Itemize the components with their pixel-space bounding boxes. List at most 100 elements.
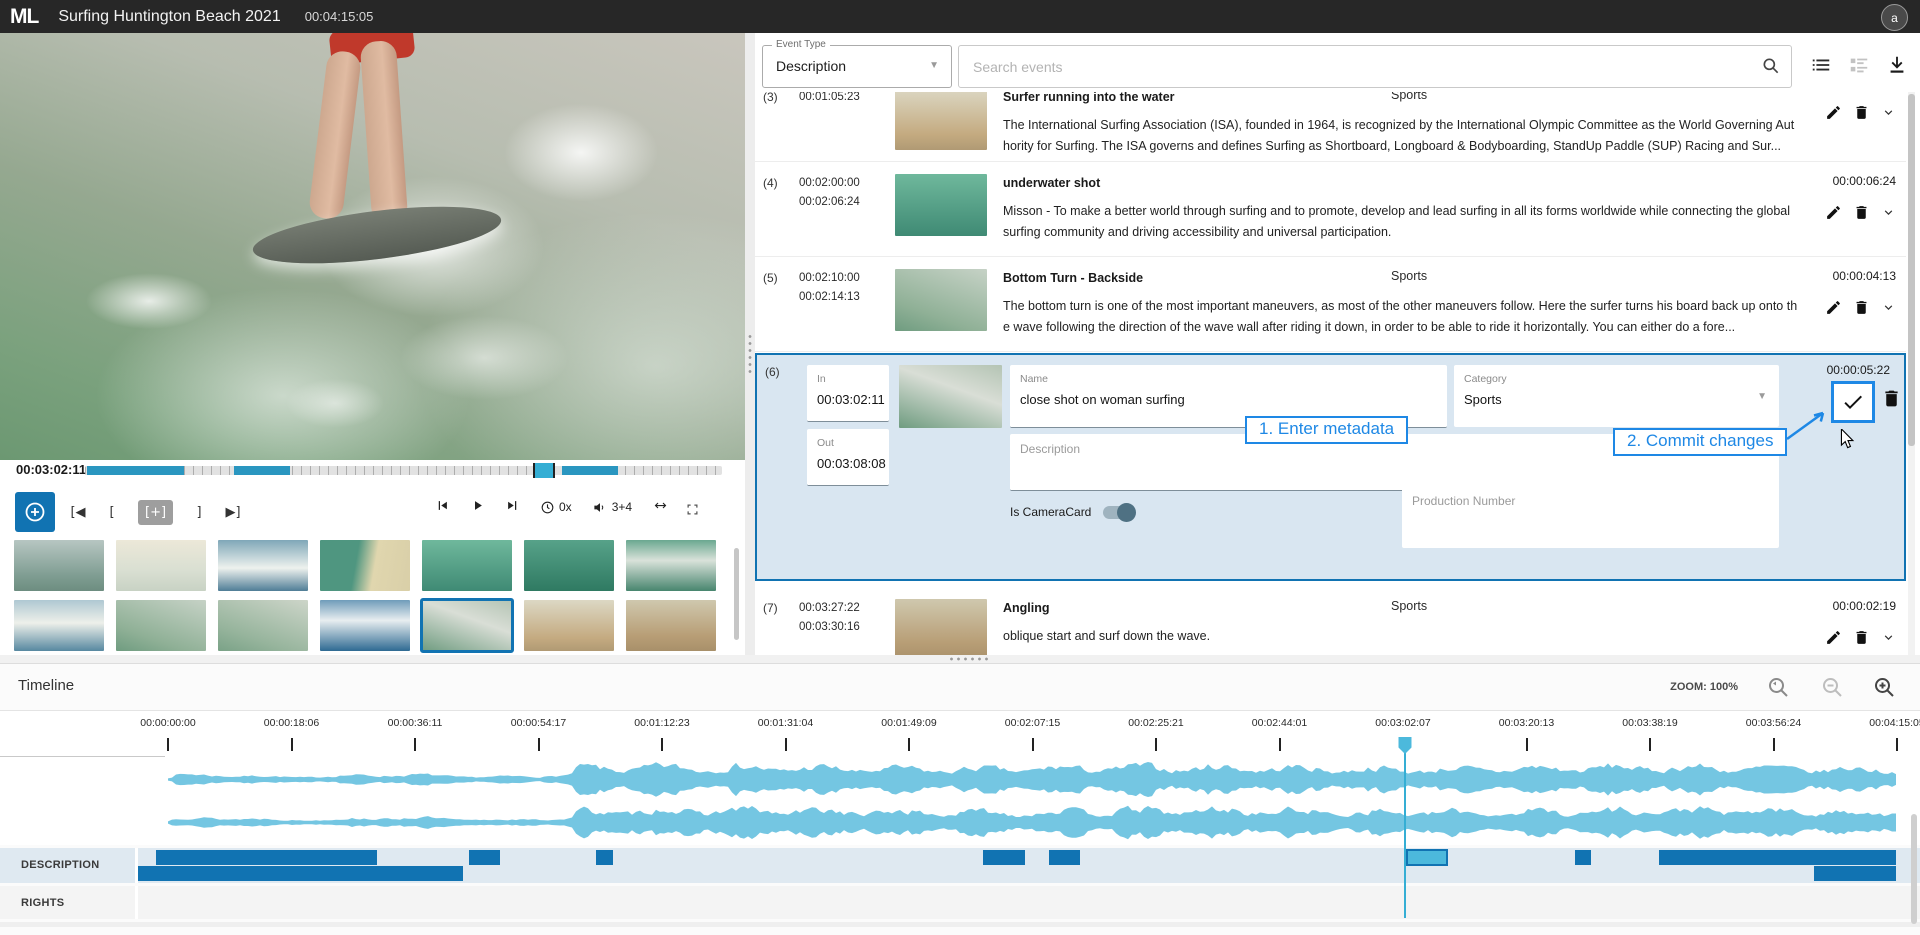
expand-event-button[interactable] <box>1881 105 1896 125</box>
download-button[interactable] <box>1886 54 1908 81</box>
event-type-select[interactable]: Event Type Description ▼ <box>762 45 952 88</box>
asset-duration: 00:04:15:05 <box>305 9 374 24</box>
filmstrip-thumbnail[interactable] <box>116 540 206 591</box>
add-event-button[interactable] <box>15 492 55 532</box>
edit-event-button[interactable] <box>1825 204 1842 226</box>
timeline-segment[interactable] <box>596 850 613 865</box>
list-view-button[interactable] <box>1810 54 1832 81</box>
zoom-reset-button[interactable] <box>1766 675 1790 704</box>
production-number-field[interactable]: Production Number <box>1402 486 1779 548</box>
timeline-segment-selected[interactable] <box>1406 849 1448 866</box>
delete-event-button[interactable] <box>1853 104 1870 126</box>
scrollbar-thumb[interactable] <box>1908 94 1915 446</box>
filmstrip-thumbnail[interactable] <box>320 540 410 591</box>
player-scrubber[interactable] <box>85 466 722 475</box>
chevron-down-icon <box>1881 630 1896 645</box>
commit-changes-button[interactable] <box>1831 381 1875 423</box>
top-bar: ML Surfing Huntington Beach 2021 00:04:1… <box>0 0 1920 33</box>
edit-event-button[interactable] <box>1825 299 1842 321</box>
filmstrip-thumbnail[interactable] <box>626 600 716 651</box>
timeline-segment[interactable] <box>469 850 500 865</box>
event-timecodes: 00:02:00:00 00:02:06:24 <box>799 174 895 256</box>
event-description: Misson - To make a better world through … <box>1003 201 1804 243</box>
detail-view-button[interactable] <box>1848 54 1870 81</box>
skip-start-button[interactable] <box>435 498 450 516</box>
filmstrip-thumbnail[interactable] <box>218 540 308 591</box>
scrubber-segment <box>87 466 184 475</box>
delete-event-button[interactable] <box>1853 629 1870 651</box>
event-row[interactable]: (5) 00:02:10:00 00:02:14:13 Bottom Turn … <box>755 257 1906 352</box>
filmstrip-thumbnail[interactable] <box>116 600 206 651</box>
timeline-segment[interactable] <box>1659 850 1896 865</box>
zoom-out-icon <box>1820 675 1844 699</box>
event-thumbnail <box>895 269 987 331</box>
speed-value: 0x <box>559 500 572 514</box>
timeline-ruler[interactable]: 00:00:00:0000:00:18:0600:00:36:1100:00:5… <box>0 711 1920 757</box>
category-select[interactable]: Category Sports ▼ <box>1454 365 1779 427</box>
filmstrip-thumbnail[interactable] <box>14 540 104 591</box>
timeline-scrollbar[interactable] <box>1911 814 1917 924</box>
trash-icon <box>1853 204 1870 221</box>
expand-event-button[interactable] <box>1881 300 1896 320</box>
event-category: Sports <box>1391 92 1427 102</box>
timeline-segment[interactable] <box>1049 850 1080 865</box>
thumbnail-scrollbar[interactable] <box>734 548 739 640</box>
expand-event-button[interactable] <box>1881 205 1896 225</box>
goto-in-button[interactable]: [◀ <box>70 505 86 520</box>
camera-card-toggle[interactable] <box>1103 506 1133 519</box>
filmstrip-thumbnail[interactable] <box>14 600 104 651</box>
filmstrip-thumbnail[interactable] <box>422 540 512 591</box>
filmstrip-thumbnail[interactable] <box>422 600 512 651</box>
edit-event-button[interactable] <box>1825 104 1842 126</box>
ruler-timecode-label: 00:00:18:06 <box>264 717 319 729</box>
rights-track[interactable]: RIGHTS <box>0 886 1920 919</box>
delete-event-button[interactable] <box>1881 388 1902 414</box>
skip-end-button[interactable] <box>505 498 520 516</box>
set-in-button[interactable]: [ <box>104 505 120 520</box>
marker-buttons: [◀ [ [+] ] ▶] <box>70 500 241 525</box>
add-marker-button[interactable]: [+] <box>138 500 173 525</box>
in-time-field[interactable]: In 00:03:02:11 <box>807 365 889 422</box>
filmstrip-thumbnail[interactable] <box>218 600 308 651</box>
timeline-segment[interactable] <box>983 850 1025 865</box>
event-row[interactable]: (4) 00:02:00:00 00:02:06:24 underwater s… <box>755 162 1906 257</box>
fullscreen-button[interactable] <box>685 502 700 522</box>
speed-control[interactable]: 0x <box>540 500 572 515</box>
delete-event-button[interactable] <box>1853 204 1870 226</box>
audio-control[interactable]: 3+4 <box>592 500 632 515</box>
horizontal-splitter[interactable] <box>0 655 1920 663</box>
player-controls: [◀ [ [+] ] ▶] 0x <box>0 490 745 536</box>
video-frame[interactable] <box>0 33 745 460</box>
scrubber-playhead[interactable] <box>533 463 555 478</box>
search-box <box>958 45 1792 88</box>
timeline-segment[interactable] <box>156 850 377 865</box>
vertical-splitter[interactable] <box>745 33 755 660</box>
goto-out-button[interactable]: ▶] <box>225 505 241 520</box>
filmstrip-thumbnail[interactable] <box>626 540 716 591</box>
search-icon[interactable] <box>1761 56 1781 81</box>
user-avatar[interactable]: a <box>1881 4 1908 31</box>
out-time-field[interactable]: Out 00:03:08:08 <box>807 429 889 486</box>
filmstrip-thumbnail[interactable] <box>320 600 410 651</box>
expand-event-button[interactable] <box>1881 630 1896 650</box>
event-row[interactable]: (3) 00:01:05:23 Surfer running into the … <box>755 92 1906 162</box>
delete-event-button[interactable] <box>1853 299 1870 321</box>
audio-waveform-area[interactable] <box>0 757 1920 845</box>
set-out-button[interactable]: ] <box>191 505 207 520</box>
playhead-line <box>1404 752 1406 918</box>
play-button[interactable] <box>470 498 485 516</box>
event-row-expanded[interactable]: (6) In 00:03:02:11 Out 00:03:08:08 Name … <box>755 353 1906 581</box>
description-track[interactable]: DESCRIPTION <box>0 848 1920 883</box>
event-list-scrollbar[interactable] <box>1908 92 1915 655</box>
zoom-in-button[interactable] <box>1872 675 1896 704</box>
filmstrip-thumbnail[interactable] <box>524 540 614 591</box>
timeline-segment[interactable] <box>1575 850 1591 865</box>
timeline-segment[interactable] <box>138 866 463 881</box>
edit-event-button[interactable] <box>1825 629 1842 651</box>
timeline-segment[interactable] <box>1814 866 1896 881</box>
search-input[interactable] <box>971 52 1735 82</box>
filmstrip-thumbnail[interactable] <box>524 600 614 651</box>
event-row[interactable]: (7) 00:03:27:22 00:03:30:16 Angling Spor… <box>755 587 1906 655</box>
loop-range-button[interactable] <box>652 498 669 516</box>
zoom-out-button[interactable] <box>1820 675 1844 704</box>
